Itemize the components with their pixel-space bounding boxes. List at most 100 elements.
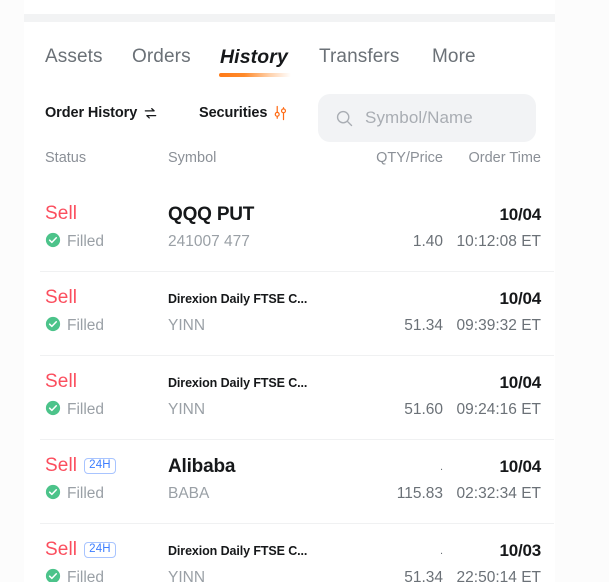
column-header-symbol: Symbol [168, 150, 217, 166]
order-status: Filled [67, 401, 105, 418]
row-symbol-cell: Direxion Daily FTSE C... YINN [168, 371, 358, 420]
row-symbol-cell: QQQ PUT 241007 477 [168, 203, 358, 252]
order-status: Filled [67, 317, 105, 334]
row-status-cell: Sell Filled [45, 287, 175, 336]
instrument-code: YINN [168, 317, 206, 334]
row-status-cell: Sell 24H Filled [45, 455, 175, 504]
tab-transfers[interactable]: Transfers [319, 42, 399, 72]
tab-history[interactable]: History [219, 42, 291, 77]
search-placeholder: Symbol/Name [365, 108, 473, 127]
order-date: 10/04 [499, 205, 541, 224]
order-price: 115.83 [396, 485, 443, 502]
order-side: Sell [45, 455, 78, 476]
table-row[interactable]: Sell 24H Filled Direxion Daily FTSE C...… [24, 523, 555, 582]
filter-bar: Order History Securities Symbol/Name [24, 94, 555, 146]
tab-orders[interactable]: Orders [132, 42, 191, 72]
instrument-name: Direxion Daily FTSE C... [168, 292, 308, 306]
row-qty-price-cell: 51.60 [404, 371, 443, 420]
instrument-name: Direxion Daily FTSE C... [168, 376, 308, 390]
row-time-cell: 10/03 22:50:14 ET [456, 539, 542, 582]
order-clock: 02:32:34 ET [456, 485, 541, 502]
order-history-filter-label: Order History [45, 105, 138, 121]
order-side: Sell [45, 203, 78, 224]
table-row[interactable]: Sell Filled Direxion Daily FTSE C... YIN… [24, 271, 555, 355]
order-qty [413, 203, 443, 227]
order-qty: . [439, 545, 443, 557]
check-circle-icon [45, 232, 61, 253]
order-clock: 22:50:14 ET [456, 569, 541, 582]
instrument-name: QQQ PUT [168, 204, 255, 225]
instrument-code: YINN [168, 569, 206, 582]
account-nav-tabs: Assets Orders History Transfers More [24, 42, 555, 84]
order-price: 1.40 [412, 233, 443, 250]
order-side: Sell [45, 371, 78, 392]
order-date: 10/04 [499, 373, 541, 392]
search-icon [335, 109, 354, 128]
tab-history-label: History [220, 46, 288, 68]
order-clock: 10:12:08 ET [456, 233, 541, 250]
order-qty [404, 371, 443, 395]
check-circle-icon [45, 568, 61, 582]
check-circle-icon [45, 316, 61, 337]
sliders-filter-icon [273, 105, 288, 121]
order-qty [404, 287, 443, 311]
active-tab-underline [219, 73, 291, 77]
section-separator-band [24, 14, 555, 22]
history-card: Assets Orders History Transfers More Ord… [24, 22, 555, 582]
tab-more[interactable]: More [432, 42, 476, 72]
row-symbol-cell: Alibaba BABA [168, 455, 358, 504]
order-price: 51.60 [404, 401, 443, 418]
table-row[interactable]: Sell Filled QQQ PUT 241007 477 1.40 10/0… [24, 187, 555, 271]
tab-orders-label: Orders [132, 46, 191, 67]
row-time-cell: 10/04 10:12:08 ET [456, 203, 542, 252]
search-input[interactable]: Symbol/Name [318, 94, 536, 142]
row-symbol-cell: Direxion Daily FTSE C... YINN [168, 287, 358, 336]
column-header-order-time: Order Time [468, 150, 541, 166]
row-symbol-cell: Direxion Daily FTSE C... YINN [168, 539, 358, 582]
row-time-cell: 10/04 09:24:16 ET [457, 371, 542, 420]
order-side: Sell [45, 539, 78, 560]
instrument-code: 241007 477 [168, 233, 250, 250]
row-time-cell: 10/04 09:39:32 ET [456, 287, 542, 336]
securities-filter[interactable]: Securities [199, 105, 288, 121]
order-date: 10/04 [499, 289, 541, 308]
row-qty-price-cell: . 51.34 [404, 539, 443, 582]
order-list: Sell Filled QQQ PUT 241007 477 1.40 10/0… [24, 187, 555, 582]
column-header-qty-price: QTY/Price [376, 150, 443, 166]
tab-assets-label: Assets [45, 46, 103, 67]
instrument-code: YINN [168, 401, 206, 418]
check-circle-icon [45, 400, 61, 421]
column-header-status: Status [45, 150, 87, 166]
table-row[interactable]: Sell Filled Direxion Daily FTSE C... YIN… [24, 355, 555, 439]
order-price: 51.34 [404, 569, 443, 582]
order-side: Sell [45, 287, 78, 308]
order-history-screen: Assets Orders History Transfers More Ord… [0, 0, 609, 582]
check-circle-icon [45, 484, 61, 505]
table-row[interactable]: Sell 24H Filled Alibaba BABA . 115.83 10… [24, 439, 555, 523]
order-status: Filled [67, 569, 105, 582]
tab-assets[interactable]: Assets [45, 42, 103, 72]
instrument-name: Direxion Daily FTSE C... [168, 544, 308, 558]
status-badge: 24H [84, 542, 116, 558]
top-spacer [24, 0, 555, 14]
order-date: 10/04 [499, 457, 541, 476]
order-clock: 09:39:32 ET [456, 317, 541, 334]
tab-more-label: More [432, 46, 476, 67]
row-status-cell: Sell Filled [45, 203, 175, 252]
order-status: Filled [67, 485, 105, 502]
row-qty-price-cell: 51.34 [404, 287, 443, 336]
order-price: 51.34 [404, 317, 443, 334]
instrument-code: BABA [168, 485, 210, 502]
swap-vertical-icon [143, 106, 158, 121]
securities-filter-label: Securities [199, 105, 268, 121]
table-header: Status Symbol QTY/Price Order Time [24, 150, 555, 182]
row-qty-price-cell: . 115.83 [397, 455, 443, 504]
instrument-name: Alibaba [168, 456, 236, 477]
order-history-filter[interactable]: Order History [45, 105, 158, 121]
order-date: 10/03 [499, 541, 541, 560]
row-status-cell: Sell 24H Filled [45, 539, 175, 582]
order-status: Filled [67, 233, 105, 250]
order-qty: . [439, 461, 443, 473]
row-status-cell: Sell Filled [45, 371, 175, 420]
row-time-cell: 10/04 02:32:34 ET [456, 455, 542, 504]
